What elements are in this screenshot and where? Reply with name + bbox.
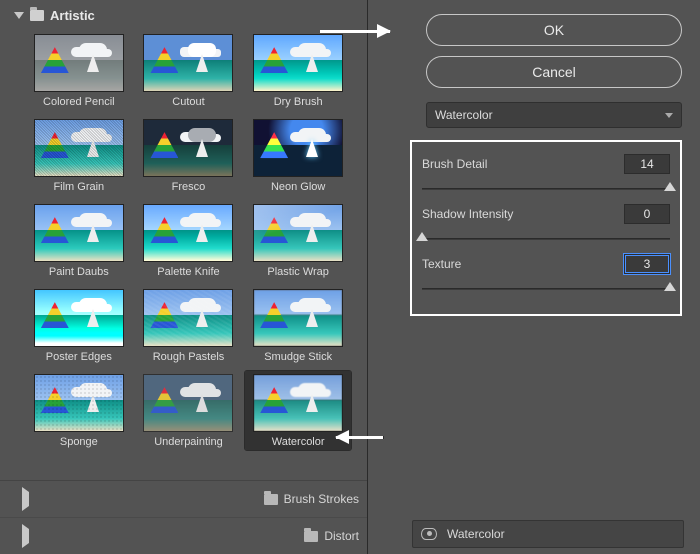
brush-detail-input[interactable] [624,154,670,174]
filter-thumb-palette-knife[interactable]: Palette Knife [136,201,242,280]
chevron-down-icon [665,113,673,118]
category-label: Distort [324,529,359,543]
filter-thumb-neon-glow[interactable]: Neon Glow [245,116,351,195]
category-brush-strokes[interactable]: Brush Strokes [0,481,367,517]
filter-thumb-plastic-wrap[interactable]: Plastic Wrap [245,201,351,280]
shadow-intensity-slider[interactable] [422,232,670,246]
filter-dropdown-value: Watercolor [435,108,493,122]
slider-handle-icon[interactable] [664,182,676,191]
param-label: Brush Detail [422,157,487,171]
annotation-arrow-watercolor [336,436,384,439]
effect-layer-label: Watercolor [447,527,505,541]
filter-preview-image [34,34,124,92]
filter-thumb-label: Sponge [60,436,98,448]
filter-thumb-underpainting[interactable]: Underpainting [136,371,242,450]
folder-open-icon [30,10,44,21]
filter-thumb-label: Cutout [172,96,204,108]
filter-preview-image [34,289,124,347]
filter-thumb-smudge-stick[interactable]: Smudge Stick [245,286,351,365]
chevron-down-icon [14,12,24,19]
filter-thumbnail-grid: Colored Pencil Cutout Dry Brush Film Grain F… [0,29,367,480]
slider-track [422,288,670,290]
filter-thumb-label: Plastic Wrap [267,266,329,278]
chevron-right-icon [22,487,258,511]
filter-preview-image [253,204,343,262]
filter-thumb-film-grain[interactable]: Film Grain [26,116,132,195]
filter-thumb-sponge[interactable]: Sponge [26,371,132,450]
category-artistic-header[interactable]: Artistic [0,0,367,29]
param-label: Shadow Intensity [422,207,513,221]
shadow-intensity-input[interactable] [624,204,670,224]
category-label: Artistic [50,8,95,23]
filter-thumb-paint-daubs[interactable]: Paint Daubs [26,201,132,280]
filter-thumb-label: Fresco [172,181,206,193]
filter-thumb-fresco[interactable]: Fresco [136,116,242,195]
param-label: Texture [422,257,461,271]
filter-parameters-box: Brush Detail Shadow Intensity Texture [410,140,682,316]
param-shadow-intensity: Shadow Intensity [422,204,670,224]
param-brush-detail: Brush Detail [422,154,670,174]
filter-thumb-label: Colored Pencil [43,96,115,108]
filter-preview-image [253,34,343,92]
filter-thumb-label: Paint Daubs [49,266,109,278]
chevron-right-icon [22,524,298,548]
filter-thumb-dry-brush[interactable]: Dry Brush [245,31,351,110]
filter-thumb-label: Underpainting [154,436,223,448]
slider-track [422,238,670,240]
filter-thumb-label: Palette Knife [157,266,219,278]
filter-thumb-label: Film Grain [53,181,104,193]
filter-thumb-label: Poster Edges [46,351,112,363]
category-label: Brush Strokes [284,492,359,506]
folder-icon [264,494,278,505]
effect-layer-row[interactable]: Watercolor [412,520,684,548]
filter-preview-image [253,289,343,347]
filter-preview-image [143,119,233,177]
filter-settings-panel: OK Cancel Watercolor Brush Detail Shadow… [368,0,700,554]
filter-thumb-label: Smudge Stick [264,351,332,363]
filter-thumb-label: Rough Pastels [153,351,225,363]
filter-preview-image [34,374,124,432]
filter-thumb-rough-pastels[interactable]: Rough Pastels [136,286,242,365]
filter-preview-image [143,204,233,262]
filter-preview-image [143,34,233,92]
filter-preview-image [143,289,233,347]
filter-thumb-label: Dry Brush [274,96,323,108]
slider-handle-icon[interactable] [416,232,428,241]
filter-thumb-colored-pencil[interactable]: Colored Pencil [26,31,132,110]
visibility-eye-icon[interactable] [421,528,437,540]
folder-icon [304,531,318,542]
filter-preview-image [253,119,343,177]
cancel-button[interactable]: Cancel [426,56,682,88]
filter-thumb-cutout[interactable]: Cutout [136,31,242,110]
ok-button[interactable]: OK [426,14,682,46]
annotation-arrow-ok [320,30,390,33]
filter-thumb-label: Watercolor [272,436,325,448]
filter-gallery-panel: Artistic Colored Pencil Cutout Dry Brush Fi… [0,0,368,554]
collapsed-category-list: Brush Strokes Distort [0,480,367,554]
slider-track [422,188,670,190]
filter-preview-image [34,204,124,262]
filter-preview-image [143,374,233,432]
brush-detail-slider[interactable] [422,182,670,196]
category-distort[interactable]: Distort [0,517,367,554]
filter-preview-image [253,374,343,432]
param-texture: Texture [422,254,670,274]
filter-thumb-poster-edges[interactable]: Poster Edges [26,286,132,365]
slider-handle-icon[interactable] [664,282,676,291]
filter-dropdown[interactable]: Watercolor [426,102,682,128]
texture-input[interactable] [624,254,670,274]
texture-slider[interactable] [422,282,670,296]
filter-preview-image [34,119,124,177]
filter-thumb-label: Neon Glow [271,181,325,193]
